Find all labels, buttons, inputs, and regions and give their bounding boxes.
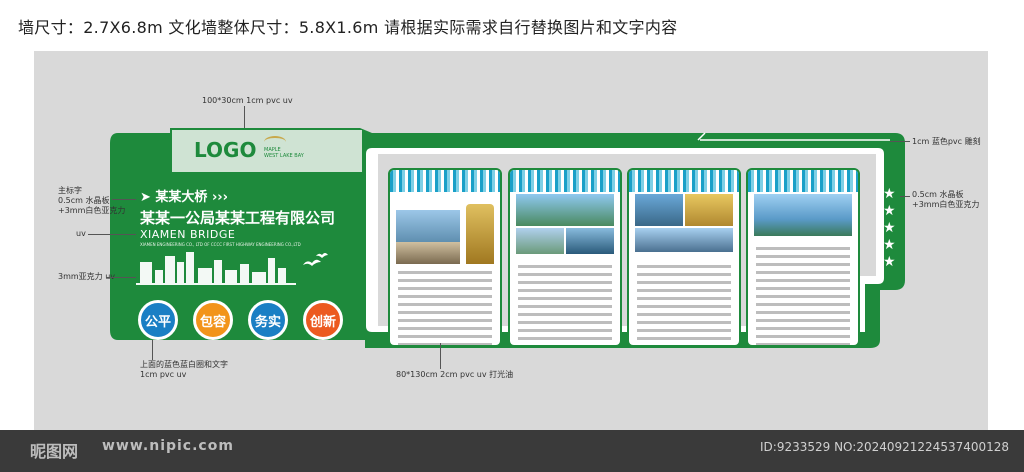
annotation-line (244, 106, 245, 128)
slogan-inclusive: 包容 (193, 300, 233, 340)
panel-photo (635, 194, 683, 226)
english-title: XIAMEN BRIDGE (140, 228, 236, 241)
panel-pattern (629, 170, 739, 192)
star-icon: ★ (883, 237, 896, 253)
annotation-line (88, 234, 136, 235)
annotation-line (440, 343, 441, 369)
annotation-title-2: 0.5cm 水晶板 (58, 196, 110, 205)
star-icon: ★ (883, 254, 896, 270)
annotation-board: 80*130cm 2cm pvc uv 打光油 (396, 370, 514, 379)
annotation-circle-2: 1cm pvc uv (140, 370, 187, 379)
panel-text (748, 242, 858, 345)
panel-photo (396, 242, 460, 264)
content-panel-4 (746, 168, 860, 347)
logo-block: LOGO MAPLE WEST LAKE BAY (172, 130, 362, 172)
panel-pattern (748, 170, 858, 192)
panel-statue (466, 204, 494, 264)
annotation-right-1: 0.5cm 水晶板 (912, 190, 964, 199)
panel-photo (566, 228, 614, 254)
annotation-circle-1: 上面的蓝色蓝白圈和文字 (140, 360, 228, 369)
content-panel-1 (388, 168, 502, 347)
watermark-id: ID:9233529 NO:20240921224537400128 (760, 440, 1010, 454)
annotation-border: 1cm 蓝色pvc 雕刻 (912, 137, 981, 146)
panel-photo (396, 210, 460, 242)
panel-text (390, 266, 500, 345)
panel-pattern (510, 170, 620, 192)
annotation-uv: uv (76, 229, 86, 238)
english-subtitle: XIAMEN ENGINEERING CO., LTD OF CCCC FIRS… (140, 242, 301, 247)
slogan-innovation: 创新 (303, 300, 343, 340)
panel-photo (754, 194, 852, 236)
annotation-title-1: 主标字 (58, 186, 82, 195)
panel-text (629, 260, 739, 345)
annotation-line (890, 141, 910, 142)
content-panel-2 (508, 168, 622, 347)
panel-text (510, 260, 620, 345)
star-icon: ★ (883, 220, 896, 236)
bridge-title: ➤ 某某大桥 ››› (140, 190, 229, 205)
annotation-line (112, 199, 136, 200)
slogan-pragmatic: 务实 (248, 300, 288, 340)
panel-photo (516, 228, 564, 254)
watermark-url: www.nipic.com (102, 438, 234, 454)
star-icon: ★ (883, 186, 896, 202)
company-title: 某某一公局某某工程有限公司 (140, 209, 336, 227)
slogan-fair: 公平 (138, 300, 178, 340)
watermark-site: 昵图网 (30, 442, 79, 461)
panel-statue (685, 194, 733, 226)
annotation-logo: 100*30cm 1cm pvc uv (202, 96, 293, 105)
logo-text: LOGO (194, 138, 257, 162)
panel-photo (635, 228, 733, 252)
annotation-line (106, 277, 136, 278)
annotation-line (900, 196, 910, 197)
logo-sub2: WEST LAKE BAY (264, 153, 304, 159)
star-icon: ★ (883, 203, 896, 219)
annotation-line (152, 340, 153, 360)
panel-pattern (390, 170, 500, 192)
annotation-title-3: +3mm白色亚克力 (58, 206, 126, 215)
content-panel-3 (627, 168, 741, 347)
panel-photo (516, 194, 614, 226)
annotation-right-2: +3mm白色亚克力 (912, 200, 980, 209)
